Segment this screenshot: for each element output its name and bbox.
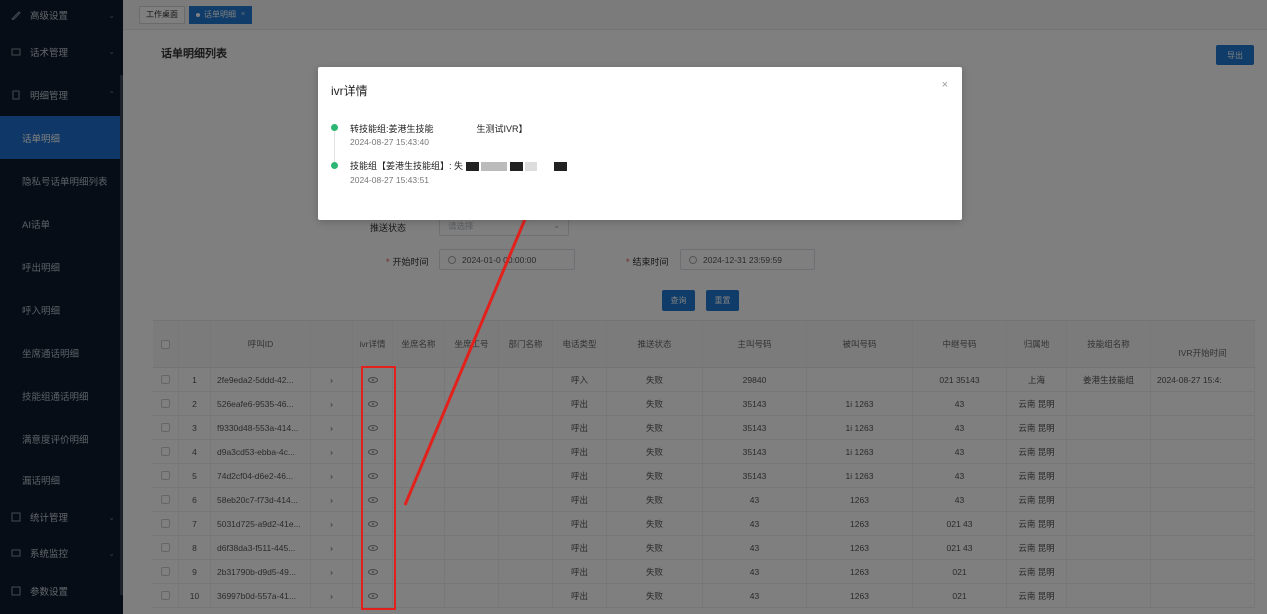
timeline-event-text: 技能组【姜港生技能组】: 失 [350, 159, 568, 172]
redaction-block [481, 162, 508, 172]
timeline-event-time: 2024-08-27 15:43:51 [350, 175, 429, 185]
timeline-event-time: 2024-08-27 15:43:40 [350, 137, 429, 147]
timeline-line [334, 129, 335, 165]
timeline-dot [331, 162, 338, 169]
redaction-block [554, 162, 568, 172]
redaction-block [509, 162, 523, 172]
ivr-detail-modal: ivr详情 × 转技能组:姜港生技能 生测试IVR】 2024-08-27 15… [318, 67, 962, 220]
annotation-highlight-box [361, 366, 396, 610]
redaction-block [525, 162, 538, 172]
timeline-dot [331, 124, 338, 131]
timeline-event-text: 转技能组:姜港生技能 生测试IVR】 [350, 124, 528, 134]
redaction-block [465, 162, 479, 172]
close-icon[interactable]: × [942, 79, 948, 91]
modal-title: ivr详情 [331, 84, 368, 98]
